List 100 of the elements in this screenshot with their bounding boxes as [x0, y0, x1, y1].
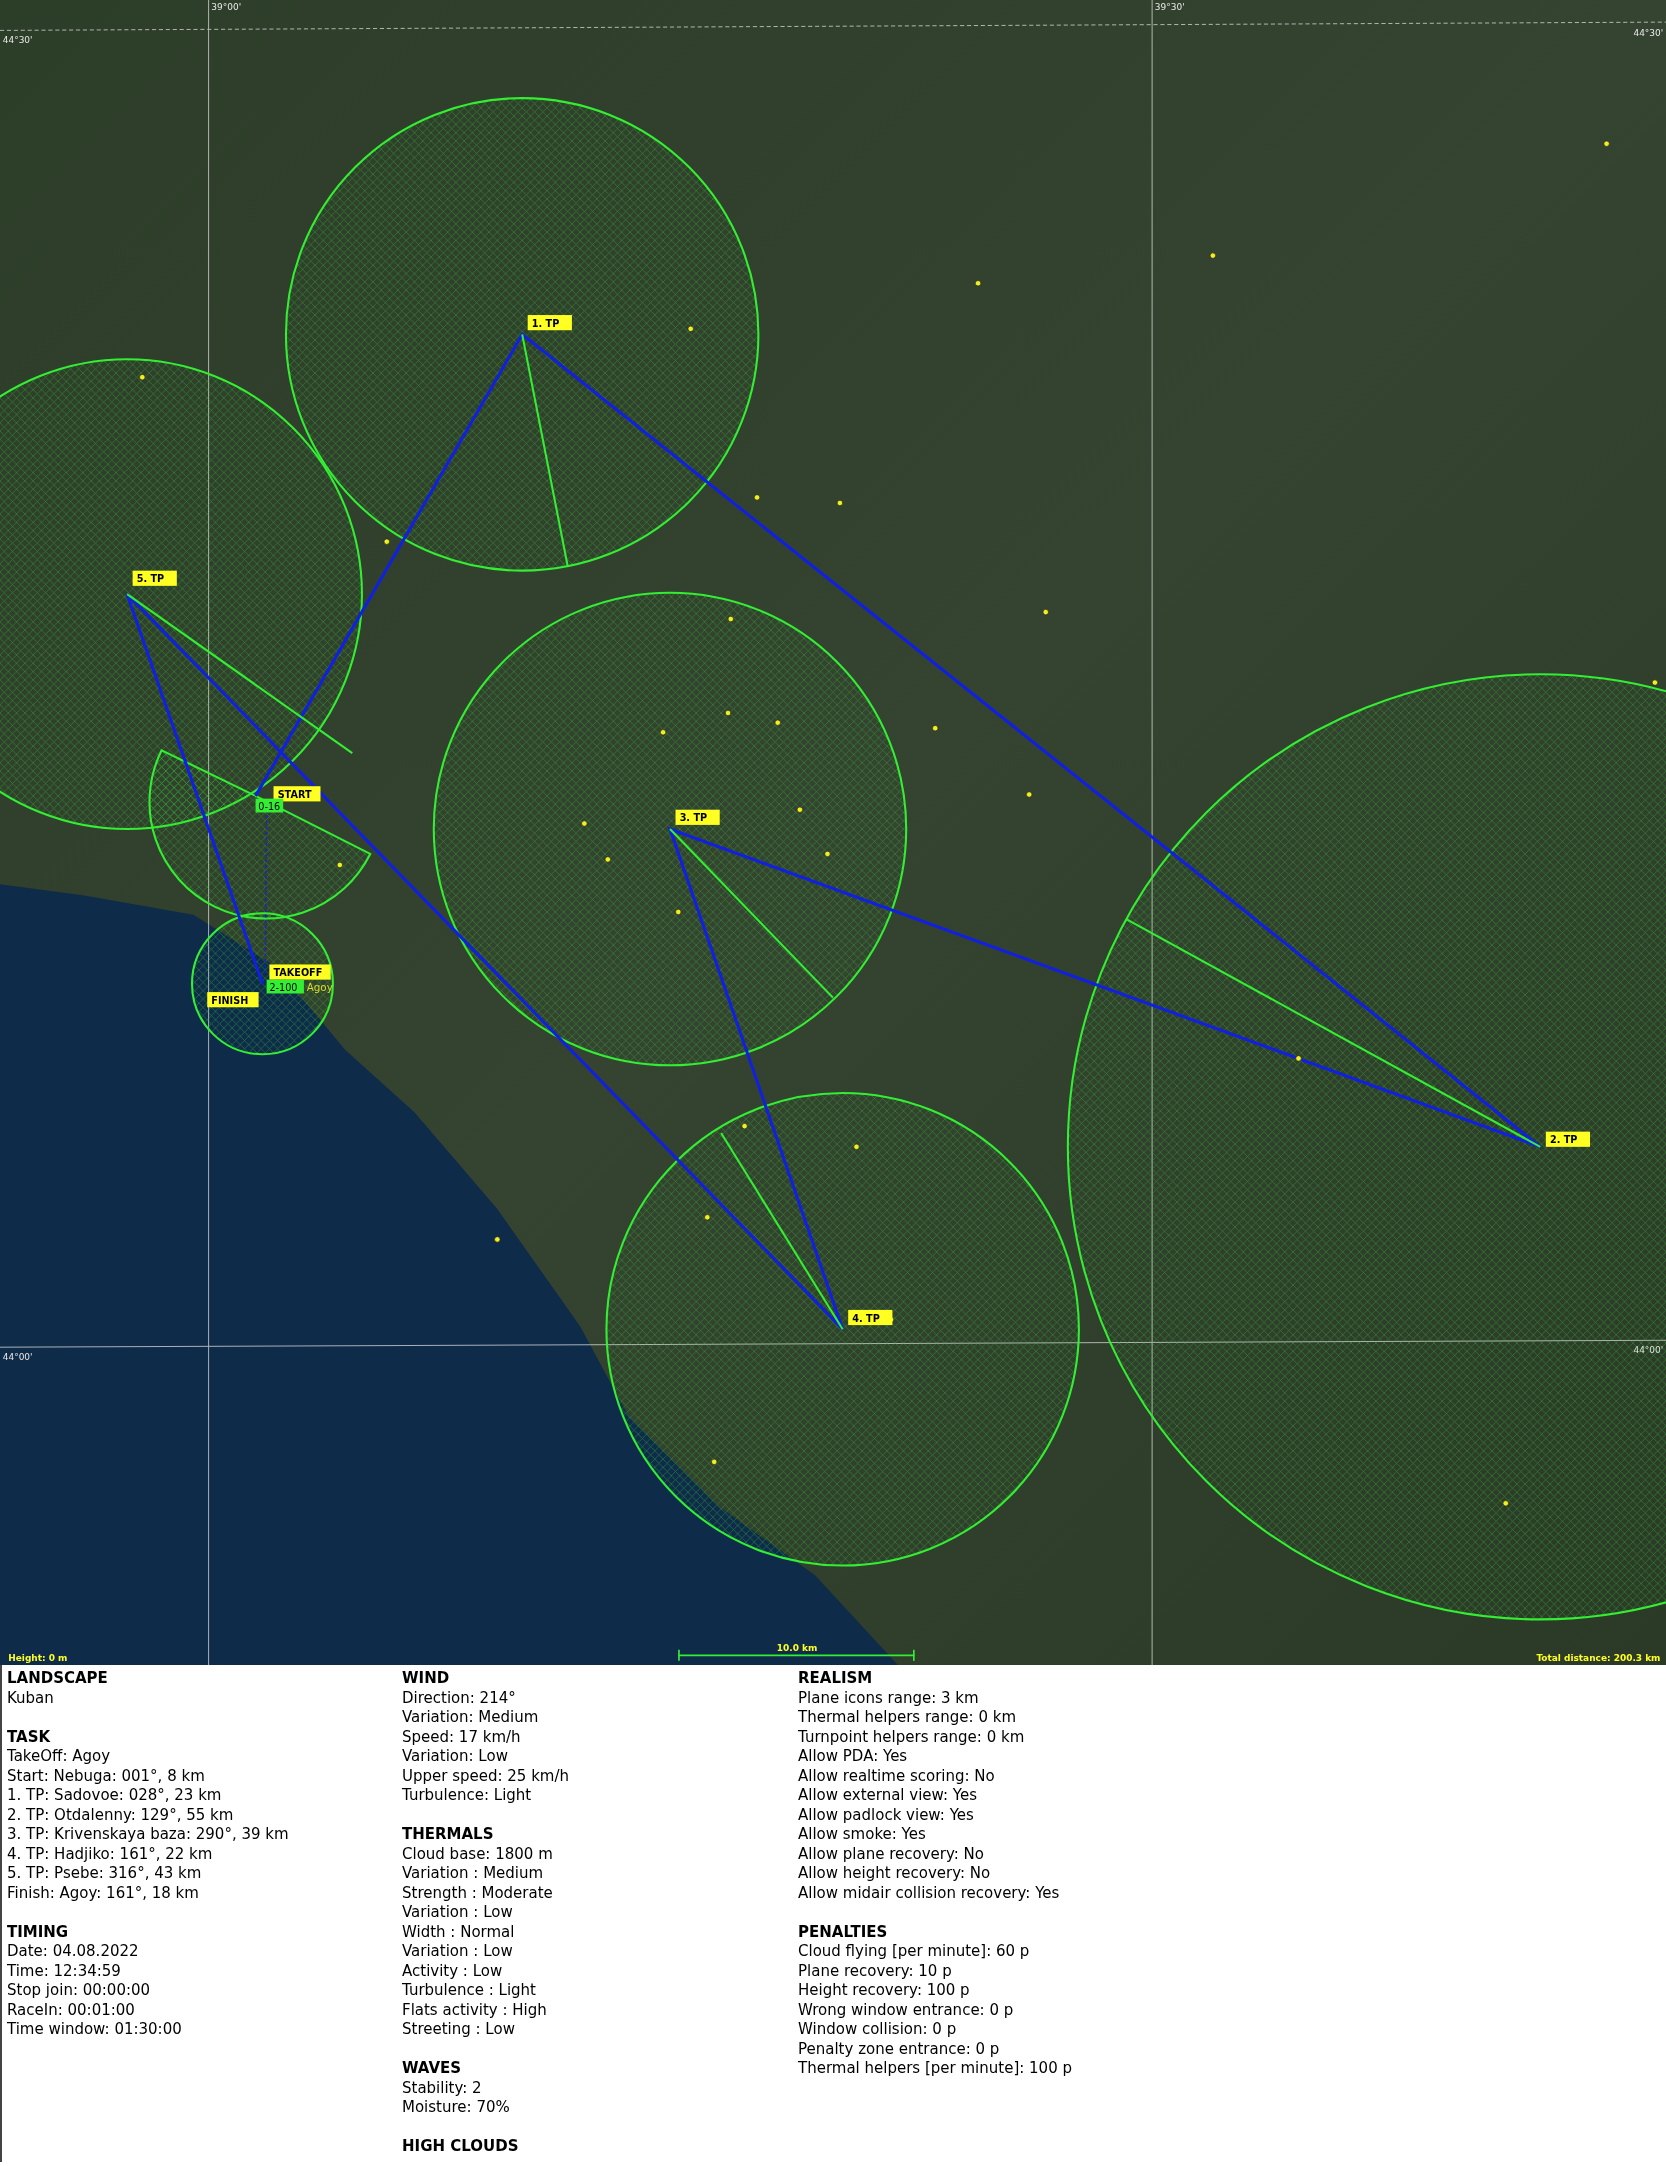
briefing-line: Thermal helpers range: 0 km	[798, 1708, 1016, 1728]
town-marker-icon	[932, 725, 939, 732]
briefing-line: Allow midair collision recovery: Yes	[798, 1883, 1060, 1903]
briefing-line: Height recovery: 100 p	[798, 1981, 970, 2001]
briefing-line: Thermal helpers [per minute]: 100 p	[798, 2059, 1072, 2079]
town-marker-icon	[1026, 791, 1033, 798]
section-heading: WAVES	[402, 2059, 462, 2079]
section-heading: PENALTIES	[798, 1922, 888, 1942]
town-marker-icon	[724, 709, 732, 717]
section-heading: WIND	[402, 1669, 450, 1689]
coordinate-label: 44°30'	[1633, 27, 1664, 38]
briefing-line: Plane recovery: 10 p	[798, 1961, 952, 1981]
briefing-line: Flats activity : High	[402, 2000, 547, 2020]
briefing-line: Allow external view: Yes	[798, 1786, 978, 1806]
briefing-line: Stability: 2	[402, 2078, 482, 2098]
briefing-line: Speed: 17 km/h	[402, 1727, 521, 1747]
town-marker-icon	[1603, 140, 1610, 147]
town-marker-icon	[336, 861, 343, 869]
section-heading: HIGH CLOUDS	[402, 2137, 519, 2157]
town-marker-icon	[753, 494, 761, 501]
town-marker-icon	[494, 1236, 501, 1243]
town-marker-icon	[711, 1458, 718, 1465]
briefing-line: Allow height recovery: No	[798, 1864, 991, 1884]
briefing-line: Variation : Medium	[402, 1864, 544, 1884]
town-marker-icon	[741, 1123, 748, 1130]
briefing-line: Variation : Low	[402, 1942, 513, 1962]
briefing-line: Window collision: 0 p	[798, 2020, 957, 2040]
town-marker-icon	[853, 1143, 860, 1150]
takeoff-label: TAKEOFF	[269, 964, 331, 980]
briefing-line: Direction: 214°	[402, 1688, 516, 1708]
turnpoint-label: 1. TP	[527, 315, 572, 331]
coordinate-label: 39°30'	[1154, 1, 1185, 12]
town-marker-icon	[1295, 1055, 1302, 1062]
town-marker-icon	[796, 806, 803, 813]
briefing-line: Allow realtime scoring: No	[798, 1766, 995, 1786]
briefing-line: Start: Nebuga: 001°, 8 km	[7, 1766, 205, 1786]
section-heading: REALISM	[798, 1669, 873, 1689]
scale-label: 10.0 km	[776, 1643, 818, 1654]
briefing-line: Cloud flying [per minute]: 60 p	[798, 1942, 1030, 1962]
town-marker-icon	[659, 729, 667, 736]
briefing-line: Date: 04.08.2022	[7, 1942, 139, 1962]
briefing-line: 4. TP: Hadjiko: 161°, 22 km	[7, 1844, 213, 1864]
briefing-line: 2. TP: Otdalenny: 129°, 55 km	[7, 1805, 234, 1825]
section-heading: TIMING	[7, 1922, 69, 1942]
town-marker-icon	[139, 374, 146, 381]
briefing-line: TakeOff: Agoy	[7, 1747, 111, 1767]
briefing-line: Variation: Low	[402, 1747, 508, 1767]
briefing-line: Allow plane recovery: No	[798, 1844, 984, 1864]
town-marker-icon	[1651, 679, 1659, 686]
briefing-line: Penalty zone entrance: 0 p	[798, 2039, 1000, 2059]
briefing-line: Allow smoke: Yes	[798, 1825, 926, 1845]
town-marker-icon	[383, 538, 390, 545]
town-marker-icon	[1209, 252, 1216, 259]
briefing-line: Strength : Moderate	[402, 1883, 553, 1903]
briefing-line: Cloud base: 1800 m	[402, 1844, 553, 1864]
coordinate-label: 44°00'	[2, 1351, 33, 1362]
total-distance: Total distance: 200.3 km	[1536, 1652, 1661, 1663]
briefing-line: Allow padlock view: Yes	[798, 1805, 974, 1825]
town-marker-icon	[675, 908, 682, 916]
town-marker-icon	[604, 856, 611, 863]
briefing-line: Allow PDA: Yes	[798, 1747, 908, 1767]
briefing-line: RaceIn: 00:01:00	[7, 2000, 135, 2020]
coordinate-label: 44°30'	[2, 34, 33, 45]
coordinate-label: 39°00'	[211, 1, 242, 12]
town-marker-icon	[824, 850, 831, 858]
town-marker-icon	[727, 615, 734, 623]
coordinate-label: 44°00'	[1633, 1344, 1664, 1355]
section-heading: THERMALS	[402, 1825, 494, 1845]
town-marker-icon	[774, 719, 781, 726]
town-marker-icon	[704, 1214, 711, 1221]
briefing-line: Time window: 01:30:00	[7, 2020, 182, 2040]
town-marker-icon	[1502, 1500, 1509, 1507]
briefing-line: Activity : Low	[402, 1961, 503, 1981]
briefing-line: Wrong window entrance: 0 p	[798, 2000, 1014, 2020]
briefing-line: 1. TP: Sadovoe: 028°, 23 km	[7, 1786, 222, 1806]
start-label: START	[273, 786, 321, 802]
briefing-line: Moisture: 70%	[402, 2098, 510, 2118]
briefing-line: 3. TP: Krivenskaya baza: 290°, 39 km	[7, 1825, 289, 1845]
briefing-line: Stop join: 00:00:00	[7, 1981, 151, 2001]
briefing-line: 5. TP: Psebe: 316°, 43 km	[7, 1864, 202, 1884]
briefing-line: Time: 12:34:59	[7, 1961, 121, 1981]
briefing-line: Finish: Agoy: 161°, 18 km	[7, 1883, 199, 1903]
briefing-line: Turbulence : Light	[402, 1981, 536, 2001]
briefing-line: Variation: Medium	[402, 1708, 539, 1728]
finish-label: FINISH	[207, 992, 259, 1008]
briefing-line: Streeting : Low	[402, 2020, 515, 2040]
briefing-line: Turbulence: Light	[402, 1786, 532, 1806]
briefing-line: Plane icons range: 3 km	[798, 1688, 979, 1708]
briefing-line: Kuban	[7, 1688, 54, 1708]
town-marker-icon	[687, 325, 694, 332]
briefing-line: Upper speed: 25 km/h	[402, 1766, 570, 1786]
briefing-line: Variation : Low	[402, 1903, 513, 1923]
briefing-line: Width : Normal	[402, 1922, 515, 1942]
briefing-line: Turnpoint helpers range: 0 km	[798, 1727, 1025, 1747]
section-heading: LANDSCAPE	[7, 1669, 108, 1689]
town-marker-icon	[1042, 609, 1049, 616]
section-heading: TASK	[7, 1727, 51, 1747]
town-marker-icon	[836, 499, 843, 507]
height-readout: Height: 0 m	[8, 1652, 68, 1663]
town-marker-icon	[581, 820, 588, 827]
